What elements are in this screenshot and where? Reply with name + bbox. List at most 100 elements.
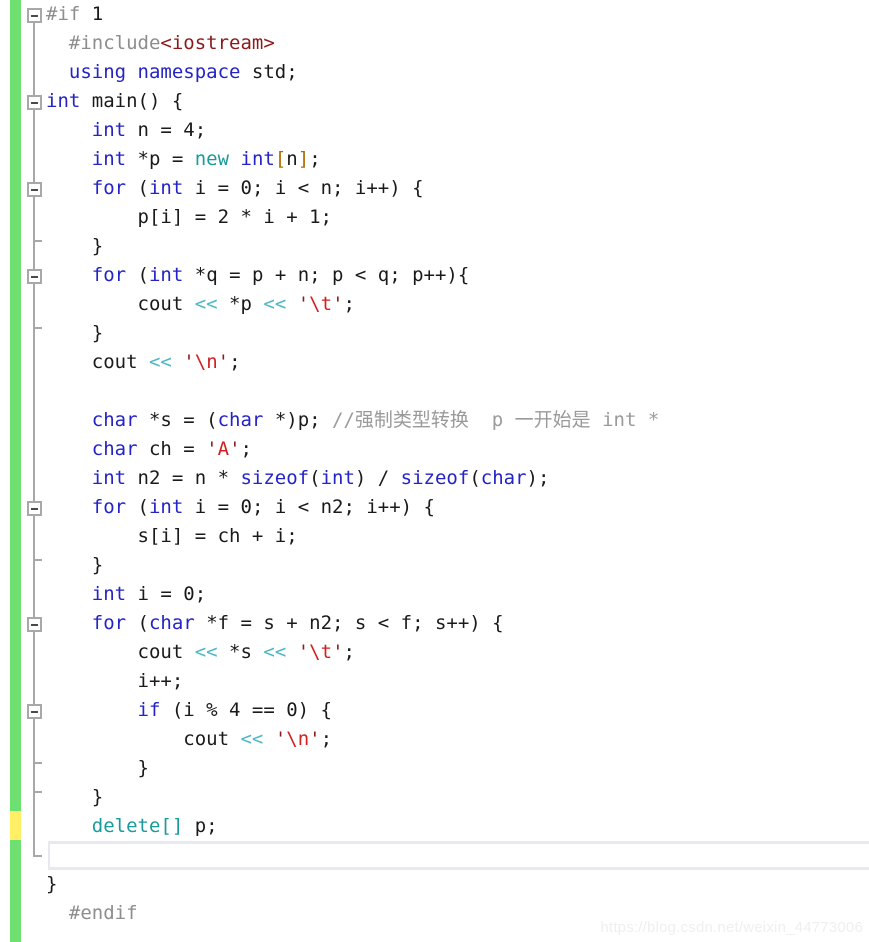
code-token-str: '	[206, 438, 218, 460]
code-token-kw: for	[91, 264, 127, 286]
code-token-kw: sizeof	[400, 467, 470, 489]
modified-block-bottom[interactable]	[10, 840, 21, 942]
code-token-kw: for	[91, 612, 127, 634]
fold-minus-icon[interactable]	[27, 182, 42, 197]
code-token-plain: cout	[46, 641, 195, 663]
code-line[interactable]: int n2 = n * sizeof(int) / sizeof(char);	[46, 464, 869, 493]
code-line[interactable]: using namespace std;	[46, 58, 869, 87]
code-token-plain: (	[309, 467, 321, 489]
code-line[interactable]: #if 1	[46, 0, 869, 29]
code-line[interactable]: #include<iostream>	[46, 29, 869, 58]
rail-for-i-n	[33, 197, 35, 240]
code-line[interactable]: cout << *p << '\t';	[46, 290, 869, 319]
code-line[interactable]: char ch = 'A';	[46, 435, 869, 464]
code-line[interactable]: cout << '\n';	[46, 348, 869, 377]
code-token-str: '	[297, 641, 310, 663]
code-content[interactable]: #if 1 #include<iostream> using namespace…	[46, 0, 869, 942]
code-line[interactable]: delete[] p;	[46, 812, 869, 841]
fold-minus-icon[interactable]	[27, 704, 42, 719]
code-token-kw: char	[91, 409, 138, 431]
code-token-plain: );	[526, 467, 550, 489]
code-token-plain: n = 4;	[126, 119, 207, 141]
code-token-plain: i = 0; i < n2; i++) {	[183, 496, 435, 518]
code-line[interactable]: char *s = (char *)p; //强制类型转换 p 一开始是 int…	[46, 406, 869, 435]
code-line[interactable]: int main() {	[46, 87, 869, 116]
fold-minus-icon[interactable]	[27, 269, 42, 284]
code-token-plain: ;	[320, 728, 333, 750]
code-token-op: <<	[263, 641, 287, 663]
code-line[interactable]: cout << '\n';	[46, 725, 869, 754]
watermark-url: https://blog.csdn.net/weixin_44773006	[600, 919, 863, 936]
code-token-kw: sizeof	[240, 467, 310, 489]
fold-minus-icon[interactable]	[27, 8, 42, 23]
code-token-op: <<	[194, 641, 218, 663]
code-token-kw: int	[91, 583, 127, 605]
code-token-plain: (	[126, 612, 149, 634]
code-line[interactable]: }	[46, 232, 869, 261]
code-token-kw2: []	[160, 815, 184, 837]
code-token-op: <<	[148, 351, 172, 373]
code-token-plain: ;	[240, 438, 252, 460]
code-line[interactable]: p[i] = 2 * i + 1;	[46, 203, 869, 232]
code-token-brk: ]	[297, 148, 310, 170]
code-line[interactable]: s[i] = ch + i;	[46, 522, 869, 551]
code-line[interactable]: }	[46, 551, 869, 580]
code-line-active[interactable]	[48, 841, 869, 870]
code-line[interactable]: }	[46, 870, 869, 899]
code-token-cmt: //强制类型转换 p 一开始是 int *	[332, 409, 660, 431]
code-token-plain: *s = (	[137, 409, 218, 431]
code-line[interactable]: int *p = new int[n];	[46, 145, 869, 174]
code-token-plain: cout	[46, 728, 241, 750]
code-token-str: '	[229, 438, 241, 460]
code-line[interactable]: for (int *q = p + n; p < q; p++){	[46, 261, 869, 290]
fold-minus-icon[interactable]	[27, 617, 42, 632]
code-token-esc: \n	[286, 728, 310, 750]
code-token-kw: int	[240, 148, 275, 170]
rail-if-mod4	[33, 719, 35, 762]
code-token-pre: #endif	[46, 902, 138, 924]
end-for-i-n	[33, 240, 42, 242]
code-line[interactable]: }	[46, 319, 869, 348]
code-line[interactable]	[46, 377, 869, 406]
code-line[interactable]: for (char *f = s + n2; s < f; s++) {	[46, 609, 869, 638]
unsaved-block[interactable]	[10, 811, 21, 840]
code-token-plain: ch =	[137, 438, 207, 460]
code-token-plain: ;	[229, 351, 241, 373]
code-line[interactable]: i++;	[46, 667, 869, 696]
code-editor[interactable]: #if 1 #include<iostream> using namespace…	[0, 0, 869, 942]
code-line[interactable]: for (int i = 0; i < n2; i++) {	[46, 493, 869, 522]
fold-minus-icon[interactable]	[27, 95, 42, 110]
end-for-char-f	[33, 791, 42, 793]
fold-minus-icon[interactable]	[27, 501, 42, 516]
code-line[interactable]: }	[46, 783, 869, 812]
code-line[interactable]: cout << *s << '\t';	[46, 638, 869, 667]
code-line[interactable]: int i = 0;	[46, 580, 869, 609]
code-token-str: '	[332, 293, 344, 315]
rail-if-1	[33, 23, 35, 95]
code-line[interactable]: }	[46, 754, 869, 783]
modified-block-top[interactable]	[10, 0, 21, 811]
code-token-op: <<	[263, 293, 287, 315]
code-token-kw: int	[91, 467, 127, 489]
code-token-plain: }	[46, 322, 104, 344]
code-token-kw: using namespace	[68, 61, 241, 83]
code-token-kw: char	[148, 612, 195, 634]
code-token-plain: }	[46, 873, 58, 895]
rail-for-ptr-q	[33, 284, 35, 327]
code-token-plain: (	[126, 264, 149, 286]
code-line[interactable]: for (int i = 0; i < n; i++) {	[46, 174, 869, 203]
editor-gutter[interactable]	[0, 0, 46, 942]
code-token-plain: ;	[309, 148, 321, 170]
code-token-brk: [	[274, 148, 287, 170]
code-line[interactable]: int n = 4;	[46, 116, 869, 145]
code-line[interactable]: if (i % 4 == 0) {	[46, 696, 869, 725]
code-token-kw: int	[46, 90, 81, 112]
